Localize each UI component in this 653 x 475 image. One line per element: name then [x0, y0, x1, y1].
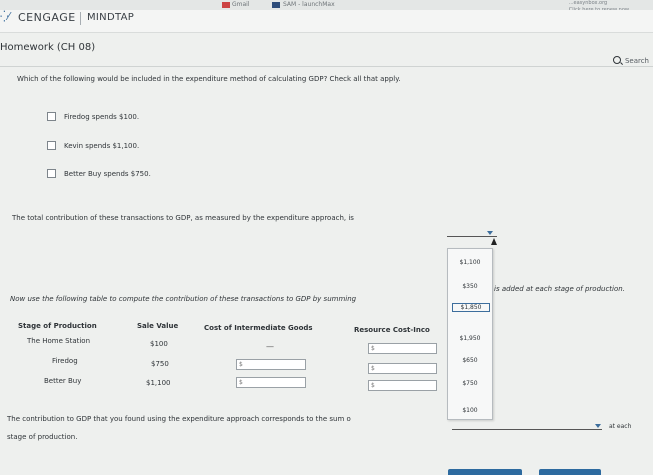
bottom-action-button[interactable] [448, 469, 522, 475]
dropdown-option[interactable]: $100 [452, 407, 488, 414]
header-intermediate: Cost of Intermediate Goods [204, 324, 313, 332]
table-intro-text: Now use the following table to compute t… [10, 295, 357, 303]
conclusion-line-2: stage of production. [7, 433, 78, 441]
resource-input-better-buy[interactable]: $ [368, 380, 437, 391]
search-button[interactable]: Search [612, 55, 649, 65]
row-sale-home-station: $100 [150, 340, 168, 348]
search-icon [612, 56, 621, 64]
chevron-down-icon[interactable] [595, 424, 601, 428]
product-name[interactable]: MINDTAP [87, 12, 134, 23]
dropdown-option[interactable]: $350 [452, 283, 488, 290]
resource-input-home-station[interactable]: $ [368, 343, 437, 354]
header-stage: Stage of Production [18, 322, 97, 330]
header-divider [80, 12, 81, 25]
question-2-prompt: The total contribution of these transact… [12, 214, 354, 222]
row-stage-home-station: The Home Station [27, 337, 91, 345]
assignment-title: Homework (CH 08) [0, 42, 96, 53]
checkbox-kevin[interactable] [47, 141, 56, 150]
intermediate-input-better-buy[interactable]: $ [236, 377, 306, 388]
option-kevin-label[interactable]: Kevin spends $1,100. [64, 142, 139, 150]
conclusion-suffix: at each [609, 423, 632, 430]
bookmark-gmail[interactable]: Gmail [232, 1, 250, 8]
dropdown-option[interactable]: $1,100 [452, 259, 488, 266]
cengage-logo-icon: ⁛⁄ [0, 10, 10, 23]
search-label: Search [624, 57, 649, 65]
option-firedog-label[interactable]: Firedog spends $100. [64, 113, 139, 121]
chevron-down-icon[interactable] [487, 231, 493, 235]
conclusion-text: The contribution to GDP that you found u… [7, 415, 351, 423]
row-stage-firedog: Firedog [52, 357, 78, 365]
section-divider [0, 66, 653, 67]
checkbox-better-buy[interactable] [47, 169, 56, 178]
sam-icon[interactable] [272, 2, 280, 8]
conclusion-dropdown[interactable] [452, 421, 602, 430]
gdp-dropdown-options[interactable]: $1,100 $350 $1,850 $1,950 $650 $750 $100 [447, 248, 493, 420]
resource-input-firedog[interactable]: $ [368, 363, 437, 374]
brand-name[interactable]: CENGAGE [18, 11, 76, 24]
dropdown-option[interactable]: $750 [452, 380, 488, 387]
bottom-action-button[interactable] [539, 469, 601, 475]
row-stage-better-buy: Better Buy [44, 377, 82, 385]
mouse-cursor-icon [491, 238, 497, 245]
header-resource-cost: Resource Cost-Inco [354, 326, 430, 334]
dropdown-option[interactable]: $650 [452, 357, 488, 364]
bookmark-sam[interactable]: SAM - launchMax [283, 1, 335, 8]
row-sale-better-buy: $1,100 [146, 379, 171, 387]
header-sale-value: Sale Value [137, 322, 179, 330]
intermediate-input-firedog[interactable]: $ [236, 359, 306, 370]
table-intro-suffix: is added at each stage of production. [494, 285, 625, 293]
dropdown-option-highlighted[interactable]: $1,850 [452, 303, 490, 312]
checkbox-firedog[interactable] [47, 112, 56, 121]
notice-domain: ...easynbox.org [568, 0, 608, 6]
gmail-icon[interactable] [222, 2, 230, 8]
dropdown-option[interactable]: $1,950 [452, 335, 488, 342]
question-1-prompt: Which of the following would be included… [17, 75, 401, 83]
option-better-buy-label[interactable]: Better Buy spends $750. [64, 170, 151, 178]
row-sale-firedog: $750 [151, 360, 169, 368]
row-intermediate-home-station: — [266, 342, 274, 351]
